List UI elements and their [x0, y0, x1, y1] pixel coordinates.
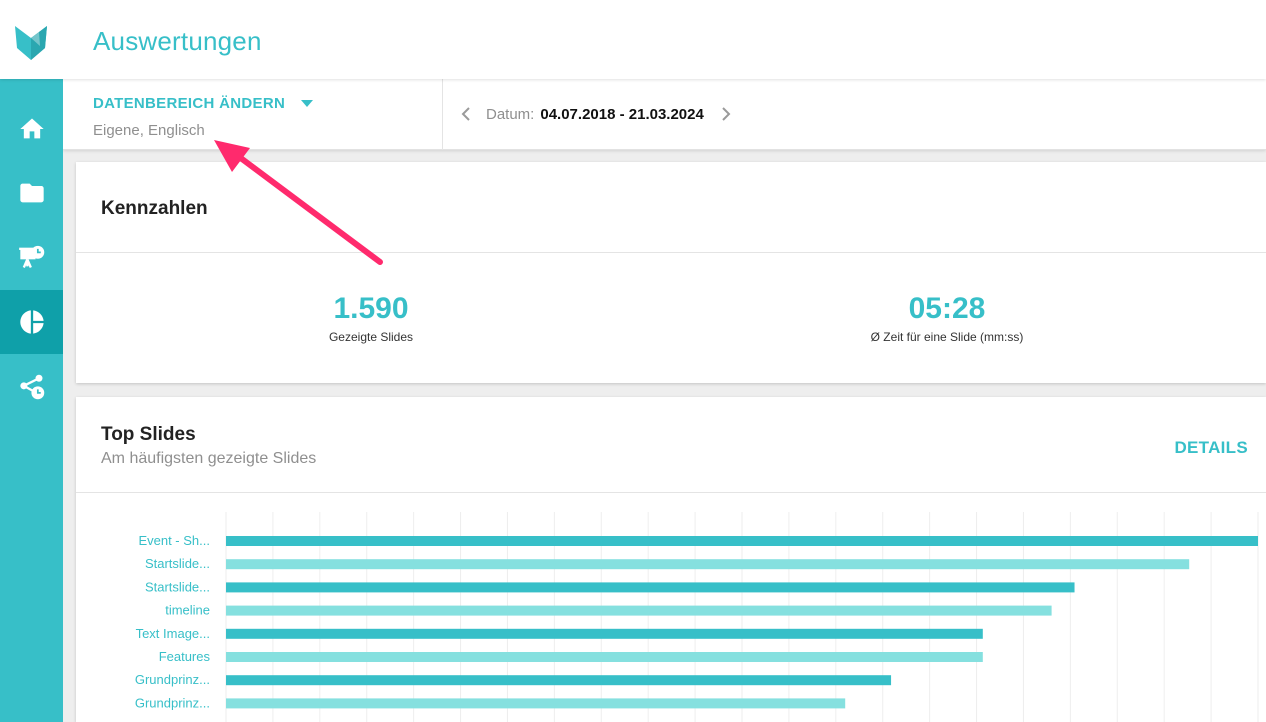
- date-range-selector: Datum: 04.07.2018 - 21.03.2024: [458, 103, 734, 125]
- bar-category-label: Grundprinz...: [135, 672, 210, 687]
- presentation-clock-icon: [18, 245, 44, 268]
- selected-data-range: Eigene, Englisch: [93, 122, 205, 139]
- kpi-shown-slides: 1.590 Gezeigte Slides: [221, 292, 521, 344]
- bar-4[interactable]: [226, 605, 1052, 616]
- kpi-value: 05:28: [908, 292, 986, 325]
- next-period-button[interactable]: [718, 103, 734, 125]
- sidebar-item-files[interactable]: [0, 161, 63, 225]
- pie-chart-icon: [19, 310, 44, 334]
- chevron-left-icon: [461, 107, 470, 121]
- details-button[interactable]: DETAILS: [1174, 438, 1248, 458]
- bar-category-label: Startslide...: [145, 556, 210, 571]
- app-header: Auswertungen: [0, 0, 1266, 79]
- bar-5[interactable]: [226, 628, 983, 639]
- sidebar-item-home[interactable]: [0, 97, 63, 161]
- bar-category-label: Event - Sh...: [138, 533, 210, 548]
- bar-3[interactable]: [226, 582, 1075, 593]
- bar-category-label: Features: [159, 649, 211, 664]
- date-range-value[interactable]: 04.07.2018 - 21.03.2024: [540, 106, 703, 123]
- bar-category-label: Grundprinz...: [135, 695, 210, 710]
- previous-period-button[interactable]: [458, 103, 474, 125]
- fox-logo-icon[interactable]: [12, 18, 50, 62]
- data-range-section: DATENBEREICH ÄNDERN Eigene, Englisch: [63, 79, 443, 150]
- top-slides-bar-chart: Event - Sh... Startslide... Startslide... t…: [135, 512, 1259, 722]
- caret-down-icon: [301, 100, 314, 107]
- change-data-range-button[interactable]: DATENBEREICH ÄNDERN: [93, 95, 314, 112]
- kpi-card-title: Kennzahlen: [101, 198, 208, 219]
- bar-category-label: Text Image...: [136, 626, 210, 641]
- bar-category-label: Startslide...: [145, 579, 210, 594]
- top-slides-card: Top Slides Am häufigsten gezeigte Slides…: [76, 397, 1266, 722]
- home-icon: [19, 118, 44, 139]
- folder-icon: [19, 183, 44, 203]
- top-slides-divider: [76, 492, 1266, 493]
- kpi-avg-time-per-slide: 05:28 Ø Zeit für eine Slide (mm:ss): [797, 292, 1097, 344]
- bar-7[interactable]: [226, 675, 892, 686]
- sidebar-item-analytics[interactable]: [0, 290, 63, 354]
- bar-2[interactable]: [226, 559, 1190, 570]
- sidebar: [0, 79, 63, 722]
- kpi-card: Kennzahlen 1.590 Gezeigte Slides 05:28 Ø…: [76, 162, 1266, 383]
- date-label: Datum:: [486, 105, 535, 123]
- kpi-label: Ø Zeit für eine Slide (mm:ss): [870, 330, 1024, 344]
- kpi-label: Gezeigte Slides: [328, 330, 414, 344]
- bar-8[interactable]: [226, 698, 846, 709]
- kpi-value: 1.590: [333, 292, 409, 325]
- top-slides-subtitle: Am häufigsten gezeigte Slides: [101, 450, 317, 467]
- change-data-range-label: DATENBEREICH ÄNDERN: [93, 95, 286, 112]
- share-clock-icon: [19, 374, 44, 400]
- sidebar-item-share[interactable]: [0, 355, 63, 419]
- top-slides-title: Top Slides: [101, 424, 196, 445]
- bar-6[interactable]: [226, 652, 983, 662]
- bar-1[interactable]: [226, 536, 1258, 546]
- kpi-card-divider: [76, 252, 1266, 253]
- page-title: Auswertungen: [93, 26, 262, 56]
- filter-bar: DATENBEREICH ÄNDERN Eigene, Englisch Dat…: [63, 79, 1266, 150]
- sidebar-item-presentations[interactable]: [0, 225, 63, 289]
- chevron-right-icon: [722, 107, 731, 121]
- bar-category-label: timeline: [165, 603, 210, 618]
